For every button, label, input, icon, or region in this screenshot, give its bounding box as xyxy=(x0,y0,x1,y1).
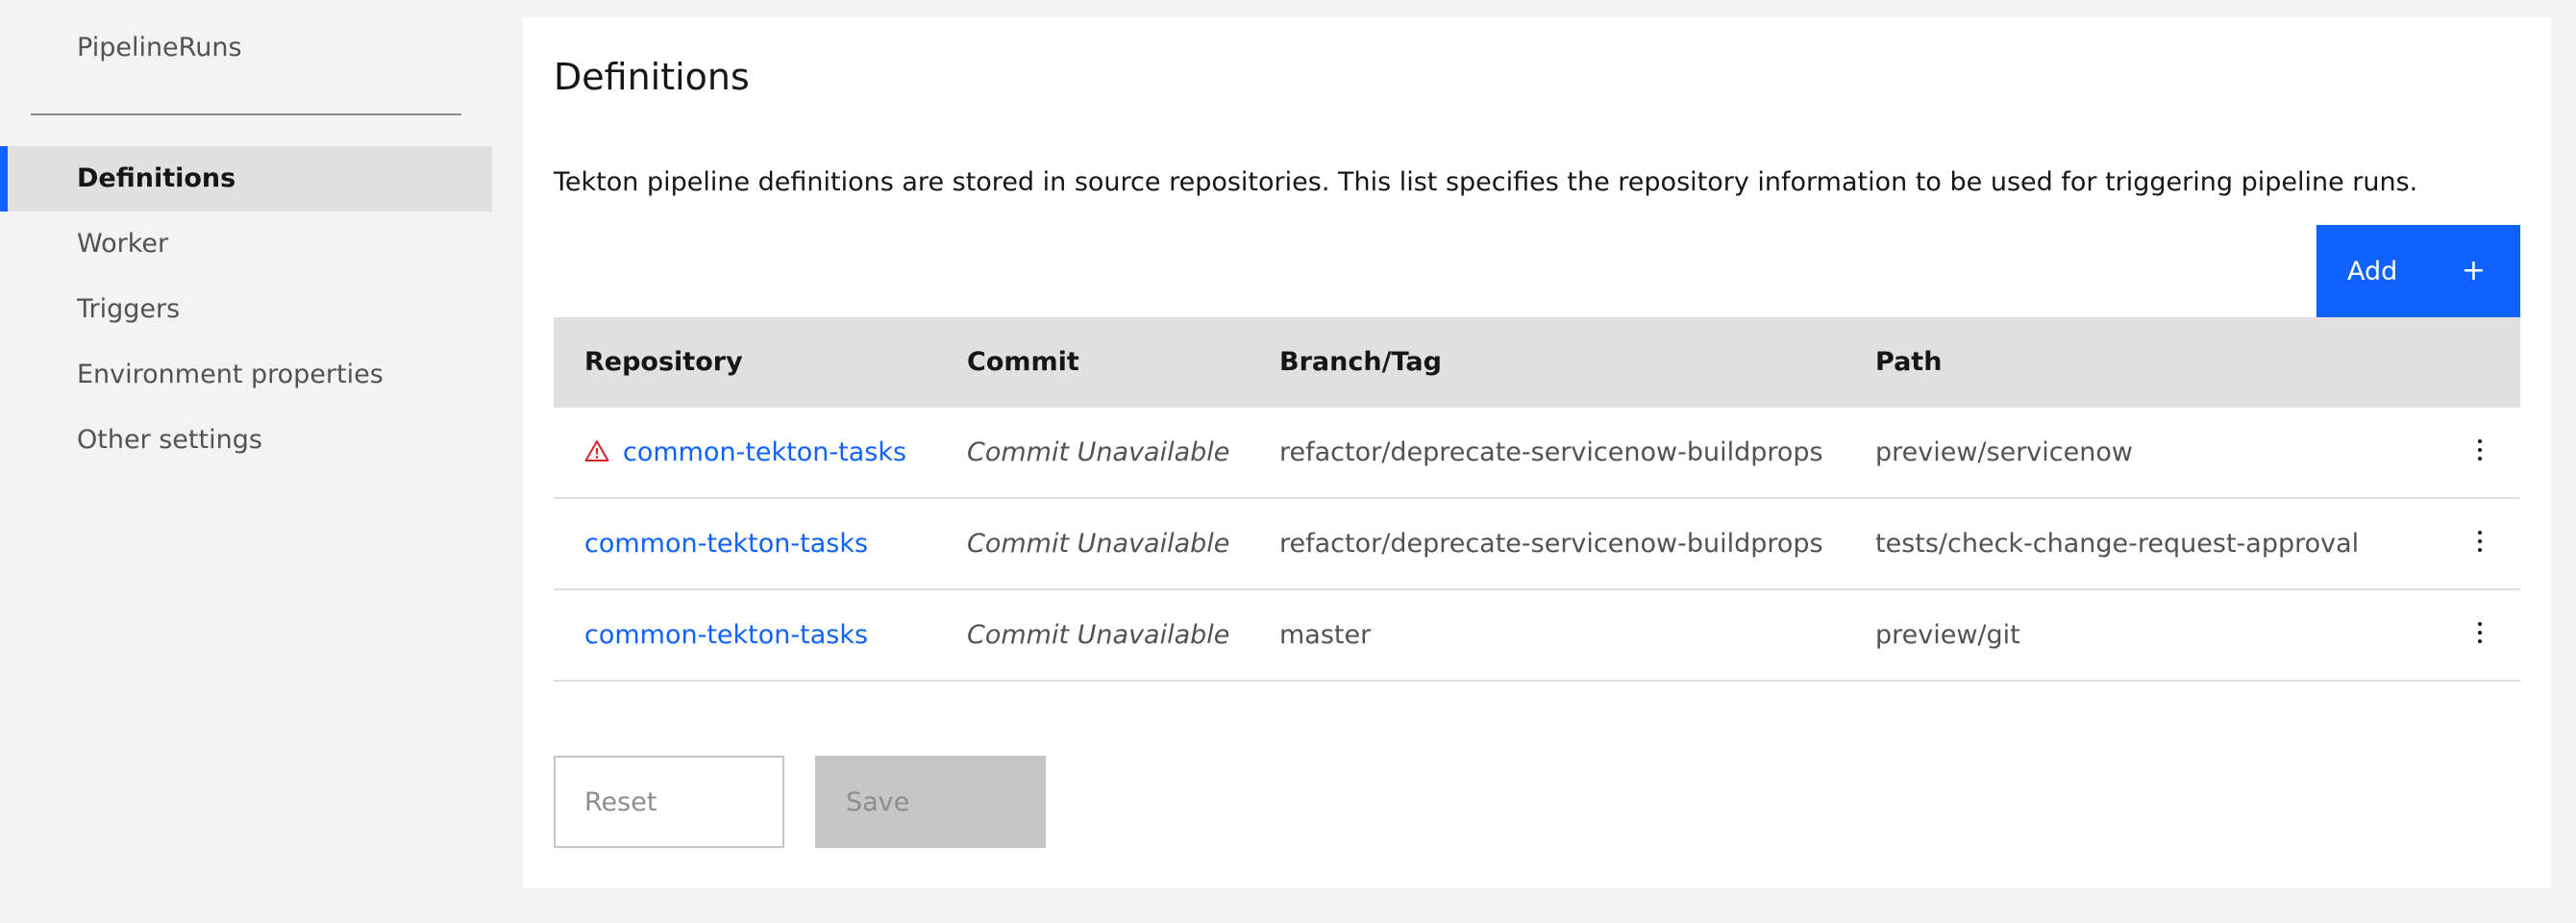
definitions-table: Repository Commit Branch/Tag Path common… xyxy=(554,317,2520,682)
save-button[interactable]: Save xyxy=(815,756,1046,848)
column-header-commit: Commit xyxy=(967,347,1079,377)
repository-link[interactable]: common-tekton-tasks xyxy=(623,437,906,467)
sidebar-item-definitions[interactable]: Definitions xyxy=(0,146,492,212)
repository-link[interactable]: common-tekton-tasks xyxy=(584,620,868,650)
table-row: common-tekton-tasks Commit Unavailable r… xyxy=(554,499,2520,590)
overflow-menu-vertical-icon[interactable] xyxy=(2463,531,2497,560)
column-header-repository: Repository xyxy=(584,347,743,377)
table-header: Repository Commit Branch/Tag Path xyxy=(554,317,2520,408)
commit-cell: Commit Unavailable xyxy=(967,529,1230,559)
sidebar-link-pipelineruns[interactable]: PipelineRuns xyxy=(77,33,242,62)
column-header-path: Path xyxy=(1875,347,1943,377)
commit-cell: Commit Unavailable xyxy=(967,620,1230,650)
column-header-branch-tag: Branch/Tag xyxy=(1279,347,1442,377)
page-description: Tekton pipeline definitions are stored i… xyxy=(554,167,2418,197)
sidebar-item-worker[interactable]: Worker xyxy=(0,212,492,277)
sidebar-divider xyxy=(31,113,461,115)
add-definition-button[interactable]: Add + xyxy=(2316,225,2520,317)
path-cell: preview/git xyxy=(1875,620,2020,650)
reset-button[interactable]: Reset xyxy=(554,756,784,848)
path-cell: tests/check-change-request-approval xyxy=(1875,529,2360,559)
table-row: common-tekton-tasks Commit Unavailable m… xyxy=(554,590,2520,682)
add-button-label: Add xyxy=(2347,256,2398,287)
branch-cell: refactor/deprecate-servicenow-buildprops xyxy=(1279,437,1823,467)
branch-cell: refactor/deprecate-servicenow-buildprops xyxy=(1279,529,1823,559)
warning-triangle-icon xyxy=(584,440,609,462)
sidebar-item-other-settings[interactable]: Other settings xyxy=(0,408,492,473)
commit-cell: Commit Unavailable xyxy=(967,437,1230,467)
branch-cell: master xyxy=(1279,620,1372,650)
sidebar-item-environment-properties[interactable]: Environment properties xyxy=(0,342,492,408)
repository-cell: common-tekton-tasks xyxy=(584,590,868,680)
sidebar: PipelineRuns Definitions Worker Triggers… xyxy=(0,0,492,923)
repository-link[interactable]: common-tekton-tasks xyxy=(584,529,868,559)
overflow-menu-vertical-icon[interactable] xyxy=(2463,622,2497,651)
repository-cell: common-tekton-tasks xyxy=(584,408,906,497)
overflow-menu-vertical-icon[interactable] xyxy=(2463,439,2497,468)
page-title: Definitions xyxy=(554,56,750,98)
add-icon: + xyxy=(2461,254,2486,287)
path-cell: preview/servicenow xyxy=(1875,437,2133,467)
table-row: common-tekton-tasks Commit Unavailable r… xyxy=(554,408,2520,499)
repository-cell: common-tekton-tasks xyxy=(584,499,868,588)
sidebar-item-triggers[interactable]: Triggers xyxy=(0,277,492,342)
definitions-panel: Definitions Tekton pipeline definitions … xyxy=(523,17,2551,888)
